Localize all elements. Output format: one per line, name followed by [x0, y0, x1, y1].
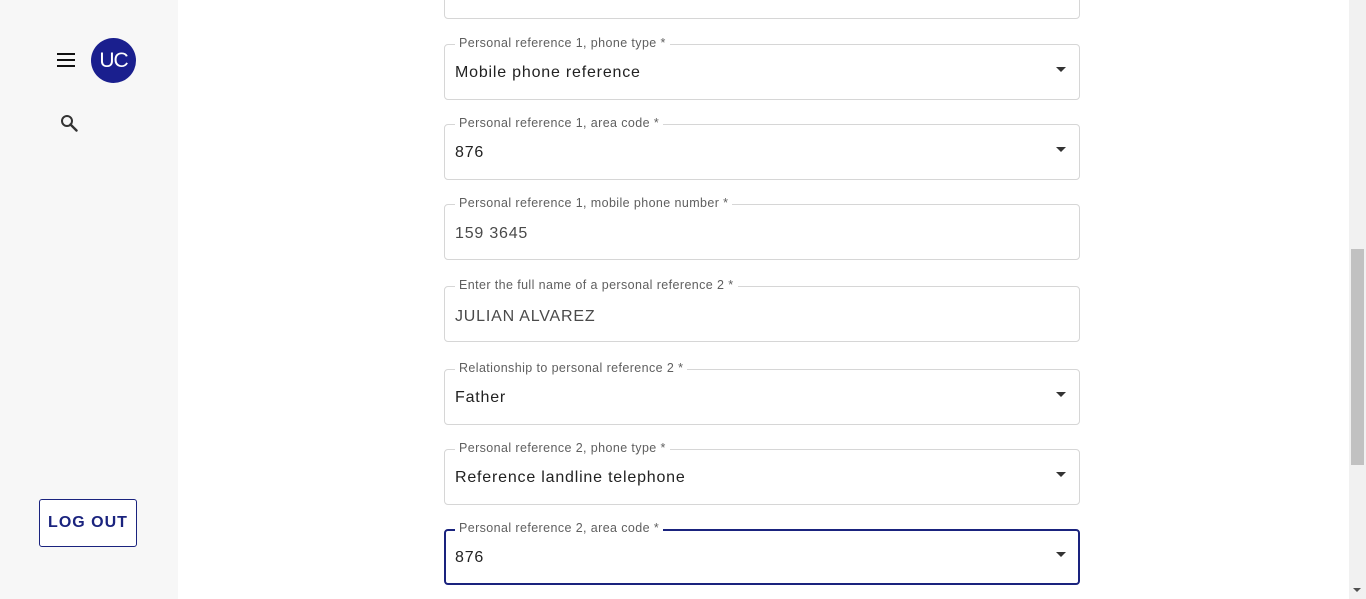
avatar[interactable]: UC — [91, 38, 136, 83]
sidebar: UC LOG OUT — [0, 0, 178, 599]
field-value: Father — [455, 389, 507, 406]
ref2-phone-type-select[interactable]: Personal reference 2, phone type * Refer… — [444, 441, 1080, 505]
search-icon — [61, 115, 78, 132]
vertical-scrollbar[interactable] — [1349, 0, 1366, 599]
ref1-area-code-select[interactable]: Personal reference 1, area code * 876 — [444, 116, 1080, 180]
field-value: Mobile phone reference — [455, 64, 641, 81]
field-label: Personal reference 1, mobile phone numbe… — [455, 196, 733, 210]
field-value: JULIAN ALVAREZ — [455, 308, 596, 325]
scrollbar-thumb[interactable] — [1351, 249, 1364, 465]
scroll-down-arrow-icon[interactable] — [1353, 588, 1361, 592]
dropdown-arrow-icon — [1056, 552, 1066, 557]
previous-field[interactable] — [444, 0, 1080, 19]
field-label: Personal reference 1, area code * — [455, 116, 664, 130]
field-value: 876 — [455, 549, 485, 566]
search-button[interactable] — [56, 110, 82, 136]
field-label: Personal reference 2, area code * — [455, 521, 664, 535]
avatar-initials: UC — [99, 48, 128, 72]
menu-button[interactable] — [52, 46, 80, 74]
field-value: 159 3645 — [455, 225, 529, 242]
ref1-mobile-number-input[interactable]: Personal reference 1, mobile phone numbe… — [444, 196, 1080, 260]
field-label: Enter the full name of a personal refere… — [455, 278, 738, 292]
ref1-phone-type-select[interactable]: Personal reference 1, phone type * Mobil… — [444, 36, 1080, 100]
field-label: Personal reference 1, phone type * — [455, 36, 670, 50]
dropdown-arrow-icon — [1056, 147, 1066, 152]
dropdown-arrow-icon — [1056, 392, 1066, 397]
field-value: Reference landline telephone — [455, 469, 686, 486]
dropdown-arrow-icon — [1056, 472, 1066, 477]
dropdown-arrow-icon — [1056, 67, 1066, 72]
ref2-relationship-select[interactable]: Relationship to personal reference 2 * F… — [444, 361, 1080, 425]
field-label: Relationship to personal reference 2 * — [455, 361, 688, 375]
ref2-full-name-input[interactable]: Enter the full name of a personal refere… — [444, 278, 1080, 342]
field-value: 876 — [455, 144, 485, 161]
ref2-area-code-select[interactable]: Personal reference 2, area code * 876 — [444, 521, 1080, 585]
logout-button[interactable]: LOG OUT — [39, 499, 137, 547]
field-label: Personal reference 2, phone type * — [455, 441, 670, 455]
hamburger-menu-icon — [57, 53, 75, 67]
